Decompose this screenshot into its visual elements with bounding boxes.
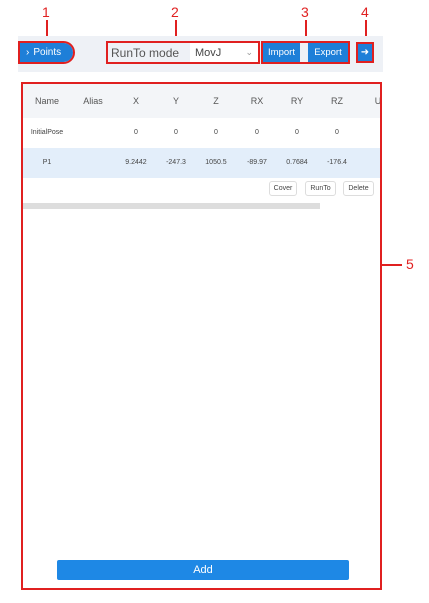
runto-mode-select[interactable]: MovJ ⌄ — [190, 43, 258, 62]
add-button[interactable]: Add — [57, 560, 349, 580]
delete-button[interactable]: Delete — [343, 181, 374, 196]
cell-rz: 0 — [335, 129, 339, 136]
cell-y: -247.3 — [166, 159, 186, 166]
runto-mode-value: MovJ — [195, 46, 222, 59]
annotation-2: 2 — [171, 4, 179, 20]
runto-mode-label: RunTo mode — [108, 43, 190, 62]
annotation-5: 5 — [406, 256, 414, 272]
export-button[interactable]: Export — [308, 43, 348, 62]
chevron-down-icon: ⌄ — [245, 47, 253, 57]
cell-name: P1 — [42, 159, 52, 166]
column-header-x: X — [132, 96, 140, 106]
table-row-selected[interactable]: P1 9.2442 -247.3 1050.5 -89.97 0.7684 -1… — [23, 148, 380, 178]
cover-button[interactable]: Cover — [269, 181, 297, 196]
runto-button[interactable]: RunTo — [305, 181, 336, 196]
column-header-name: Name — [34, 96, 60, 106]
points-panel: Name Alias X Y Z RX RY RZ U InitialPose … — [21, 82, 382, 590]
cell-x: 0 — [134, 129, 138, 136]
import-export-group: Import Export — [261, 41, 350, 64]
points-label: Points — [33, 47, 62, 58]
exit-icon[interactable]: ➜ — [356, 42, 374, 63]
cell-rz: -176.4 — [327, 159, 347, 166]
column-header-rz: RZ — [331, 96, 343, 106]
annotation-4: 4 — [361, 4, 369, 20]
column-header-ry: RY — [290, 96, 304, 106]
column-header-rx: RX — [250, 96, 264, 106]
table-row[interactable]: InitialPose 0 0 0 0 0 0 — [23, 118, 380, 148]
annotation-1: 1 — [42, 4, 50, 20]
cell-rx: 0 — [255, 129, 259, 136]
horizontal-scrollbar[interactable] — [23, 203, 320, 209]
cell-ry: 0.7684 — [286, 159, 308, 166]
import-button[interactable]: Import — [263, 43, 300, 62]
cell-ry: 0 — [295, 129, 299, 136]
cell-rx: -89.97 — [247, 159, 267, 166]
points-toggle-button[interactable]: › Points — [18, 41, 75, 64]
annotation-3: 3 — [301, 4, 309, 20]
column-header-u: U — [374, 96, 382, 106]
cell-y: 0 — [174, 129, 178, 136]
table-header: Name Alias X Y Z RX RY RZ U — [23, 84, 380, 118]
column-header-alias: Alias — [83, 96, 103, 106]
cell-name: InitialPose — [30, 129, 64, 136]
cell-z: 1050.5 — [205, 159, 227, 166]
column-header-y: Y — [172, 96, 180, 106]
cell-x: 9.2442 — [125, 159, 147, 166]
column-header-z: Z — [213, 96, 219, 106]
annotation-line — [382, 264, 402, 266]
chevron-right-icon: › — [26, 47, 30, 58]
runto-mode-control: RunTo mode MovJ ⌄ — [106, 41, 260, 64]
cell-z: 0 — [214, 129, 218, 136]
